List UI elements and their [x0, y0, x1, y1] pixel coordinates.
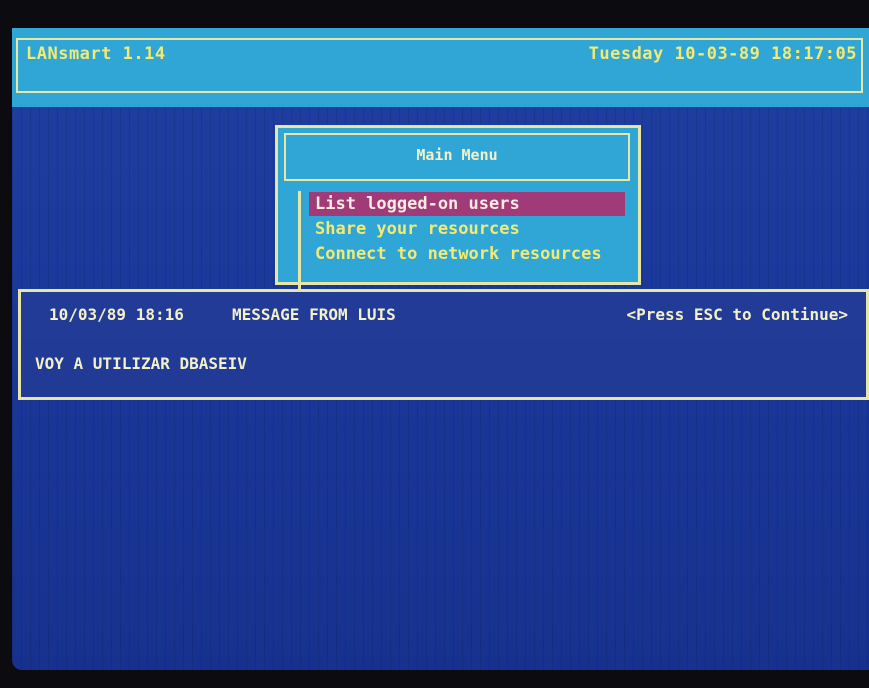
press-esc-hint[interactable]: <Press ESC to Continue>	[626, 305, 848, 324]
menu-item-list-logged-on-users[interactable]: List logged-on users	[309, 192, 625, 216]
date-time-display: Tuesday 10-03-89 18:17:05	[588, 44, 857, 64]
title-bar: LANsmart 1.14 Tuesday 10-03-89 18:17:05	[12, 28, 869, 107]
app-title: LANsmart 1.14	[26, 44, 166, 64]
main-menu-list: List logged-on users Share your resource…	[298, 191, 633, 291]
menu-item-connect-network-resources[interactable]: Connect to network resources	[309, 242, 602, 266]
main-menu-title-box: Main Menu	[284, 133, 630, 181]
menu-item-share-resources[interactable]: Share your resources	[309, 217, 520, 241]
main-menu: Main Menu List logged-on users Share you…	[275, 125, 641, 291]
message-body-text: VOY A UTILIZAR DBASEIV	[35, 354, 247, 373]
terminal-screen: LANsmart 1.14 Tuesday 10-03-89 18:17:05 …	[12, 28, 869, 670]
message-header-bar: 10/03/89 18:16 MESSAGE FROM LUIS <Press …	[18, 289, 869, 341]
message-sender: MESSAGE FROM LUIS	[232, 305, 396, 324]
main-menu-title: Main Menu	[416, 146, 498, 164]
message-body-box: VOY A UTILIZAR DBASEIV	[18, 338, 869, 400]
message-date-time: 10/03/89 18:16	[49, 305, 184, 324]
